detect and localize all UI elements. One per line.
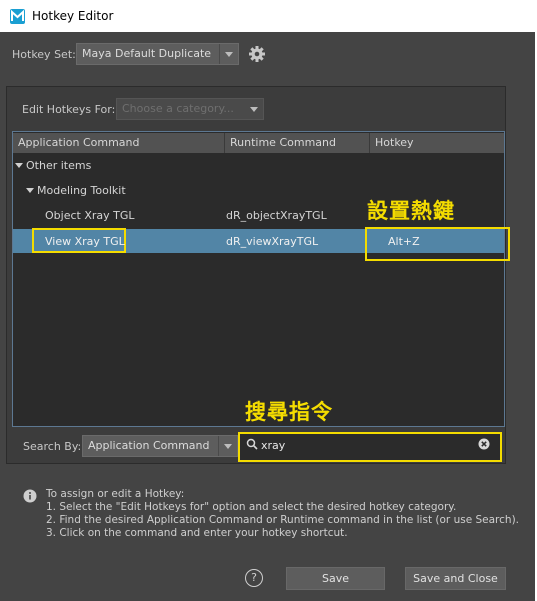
annotation-set-hotkey: 設置熱鍵 [367,199,455,223]
runtime-object-xray-tgl: dR_objectXrayTGL [226,209,327,222]
search-mode-value: Application Command [88,439,210,452]
annotation-search-command: 搜尋指令 [245,400,333,424]
tree-group-other-items[interactable]: Other items [15,159,91,172]
column-header-runtime-command[interactable]: Runtime Command [225,133,370,153]
category-placeholder: Choose a category... [122,102,234,115]
maya-app-icon [10,9,25,24]
window-title: Hotkey Editor [32,9,114,23]
edit-hotkeys-for-label: Edit Hotkeys For: [22,103,116,116]
help-button[interactable]: ? [245,569,263,587]
search-input[interactable]: xray [261,439,285,452]
highlight-box-hotkey [365,227,510,261]
search-mode-dropdown[interactable]: Application Command [82,435,238,457]
chevron-down-icon [218,436,237,456]
save-button[interactable]: Save [286,567,385,590]
info-icon [23,489,37,503]
hotkey-set-dropdown[interactable]: Maya Default Duplicate [76,43,239,65]
column-header-application-command[interactable]: Application Command [13,133,225,153]
clear-icon[interactable] [478,438,490,450]
command-table [12,131,505,427]
help-step-1: 1. Select the "Edit Hotkeys for" option … [46,501,457,513]
help-step-2: 2. Find the desired Application Command … [46,514,520,526]
category-dropdown[interactable]: Choose a category... [116,98,264,120]
save-and-close-button[interactable]: Save and Close [405,567,506,590]
help-step-3: 3. Click on the command and enter your h… [46,527,348,539]
search-by-label: Search By: [23,440,82,453]
runtime-view-xray-tgl: dR_viewXrayTGL [226,235,319,248]
hotkey-value[interactable]: Alt+Z [388,235,420,248]
hotkey-set-value: Maya Default Duplicate [82,47,212,60]
gear-icon[interactable] [248,45,266,63]
hotkey-set-label: Hotkey Set: [12,48,76,61]
search-icon [246,438,258,450]
tree-group-modeling-toolkit[interactable]: Modeling Toolkit [26,184,126,197]
command-view-xray-tgl[interactable]: View Xray TGL [45,235,125,248]
help-intro: To assign or edit a Hotkey: [46,488,185,500]
group-label: Other items [26,159,92,172]
chevron-down-icon [244,99,263,119]
command-object-xray-tgl[interactable]: Object Xray TGL [45,209,135,222]
chevron-down-icon [219,44,238,64]
group-label: Modeling Toolkit [37,184,126,197]
column-header-hotkey[interactable]: Hotkey [370,133,504,153]
